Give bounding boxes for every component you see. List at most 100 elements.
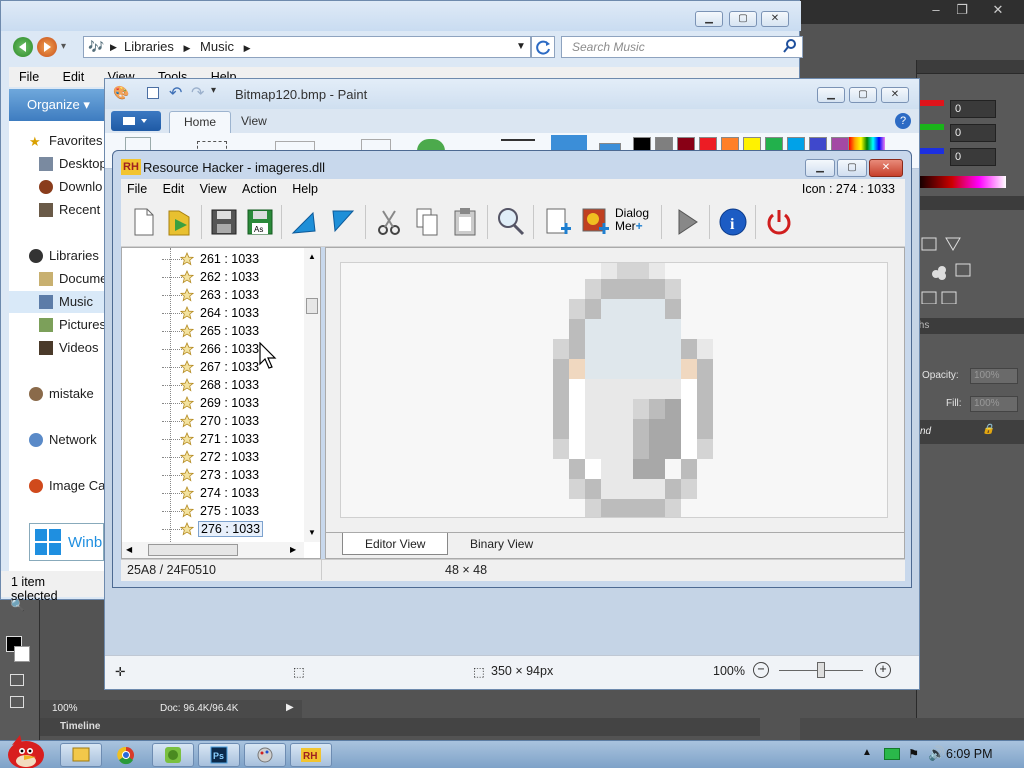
taskbar-angry-birds[interactable] <box>152 743 194 767</box>
green-value[interactable]: 0 <box>950 124 996 142</box>
save-icon[interactable] <box>147 87 159 99</box>
tree-item[interactable]: 261 : 1033 <box>122 250 304 268</box>
tab-home[interactable]: Home <box>169 111 232 133</box>
redo-icon[interactable]: ↷ <box>191 83 204 103</box>
tree-item[interactable]: 263 : 1033 <box>122 286 304 304</box>
save-icon[interactable] <box>207 205 239 239</box>
address-dropdown-icon[interactable]: ▼ <box>516 37 526 57</box>
zoom-slider-thumb[interactable] <box>817 662 825 678</box>
tree-item[interactable]: 274 : 1033 <box>122 484 304 502</box>
open-file-icon[interactable] <box>163 205 195 239</box>
quick-mask-icon[interactable] <box>10 674 24 686</box>
paint-file-menu-button[interactable] <box>111 111 161 131</box>
dialog-merger-button[interactable]: Dialog Mer+ <box>615 207 657 241</box>
reshacker-close-button[interactable]: ✕ <box>869 159 903 177</box>
tree-item[interactable]: 264 : 1033 <box>122 304 304 322</box>
play-icon[interactable]: ▶ <box>286 702 294 713</box>
back-button[interactable] <box>13 37 33 57</box>
fill-field[interactable]: 100% <box>970 396 1018 412</box>
recent-pages-dropdown-icon[interactable]: ▾ <box>61 41 66 52</box>
zoom-in-button[interactable]: + <box>875 662 891 678</box>
tree-item[interactable]: 269 : 1033 <box>122 394 304 412</box>
blue-slider[interactable] <box>920 148 944 154</box>
compile-run-icon[interactable] <box>671 205 703 239</box>
rh-menu-help[interactable]: Help <box>286 179 324 199</box>
go-forward-icon[interactable] <box>327 205 359 239</box>
rh-menu-action[interactable]: Action <box>236 179 283 199</box>
red-slider[interactable] <box>920 100 944 106</box>
tray-expand-icon[interactable]: ▲ <box>862 747 872 758</box>
screen-mode-icon[interactable] <box>10 696 24 708</box>
help-icon[interactable]: ? <box>895 113 911 129</box>
scroll-thumb[interactable] <box>306 298 318 314</box>
paint-maximize-button[interactable]: ▢ <box>849 87 877 103</box>
layer-row[interactable]: nd 🔒 <box>916 420 1024 444</box>
tray-flag-icon[interactable]: ⚑ <box>908 746 919 761</box>
refresh-button[interactable] <box>531 36 555 58</box>
start-button[interactable] <box>2 731 48 768</box>
save-as-icon[interactable]: As <box>243 205 275 239</box>
go-back-icon[interactable] <box>289 205 321 239</box>
find-icon[interactable] <box>495 205 527 239</box>
scroll-down-arrow-icon[interactable]: ▼ <box>308 528 316 537</box>
green-slider[interactable] <box>920 124 944 130</box>
taskbar-reshacker[interactable]: RH <box>290 743 332 767</box>
tree-item[interactable]: 265 : 1033 <box>122 322 304 340</box>
red-value[interactable]: 0 <box>950 100 996 118</box>
scroll-right-arrow-icon[interactable]: ▶ <box>290 545 296 554</box>
blue-value[interactable]: 0 <box>950 148 996 166</box>
tree-item[interactable]: 268 : 1033 <box>122 376 304 394</box>
paint-close-button[interactable]: ✕ <box>881 87 909 103</box>
breadcrumb-libraries[interactable]: Libraries <box>124 39 174 54</box>
tray-clock[interactable]: 6:09 PM <box>946 747 993 761</box>
opacity-field[interactable]: 100% <box>970 368 1018 384</box>
rh-menu-edit[interactable]: Edit <box>157 179 191 199</box>
tree-item[interactable]: 270 : 1033 <box>122 412 304 430</box>
tree-item[interactable]: 275 : 1033 <box>122 502 304 520</box>
power-exit-icon[interactable] <box>763 205 795 239</box>
zoom-out-button[interactable]: − <box>753 662 769 678</box>
tree-vertical-scrollbar[interactable]: ▲ ▼ <box>304 248 320 542</box>
background-color[interactable] <box>14 646 30 662</box>
scroll-up-arrow-icon[interactable]: ▲ <box>308 252 316 261</box>
tree-item[interactable]: 273 : 1033 <box>122 466 304 484</box>
address-bar[interactable]: 🎶 ▶ Libraries ▶ Music ▶ ▼ <box>83 36 531 58</box>
undo-icon[interactable]: ↶ <box>169 83 182 103</box>
organize-button[interactable]: Organize ▾ <box>9 89 109 121</box>
tab-binary-view[interactable]: Binary View <box>448 533 555 555</box>
explorer-maximize-button[interactable]: ▢ <box>729 11 757 27</box>
explorer-minimize-button[interactable]: ▁ <box>695 11 723 27</box>
info-icon[interactable]: i <box>717 205 749 239</box>
tree-item[interactable]: 276 : 1033 <box>122 520 304 538</box>
search-icon[interactable] <box>783 39 797 53</box>
adjustments-icons[interactable] <box>920 234 1020 304</box>
tree-item[interactable]: 272 : 1033 <box>122 448 304 466</box>
layers-tab[interactable]: ths <box>916 318 1024 334</box>
rh-menu-view[interactable]: View <box>194 179 233 199</box>
tray-volume-icon[interactable]: 🔊 <box>928 745 945 762</box>
paint-app-icon[interactable]: 🎨 <box>113 85 129 101</box>
hscroll-thumb[interactable] <box>148 544 238 556</box>
reshacker-maximize-button[interactable]: ▢ <box>837 159 867 177</box>
rh-menu-file[interactable]: File <box>121 179 153 199</box>
quick-access-dropdown-icon[interactable]: ▾ <box>211 85 216 96</box>
forward-button[interactable] <box>37 37 57 57</box>
tree-item[interactable]: 262 : 1033 <box>122 268 304 286</box>
timeline-panel[interactable]: Timeline <box>40 718 760 736</box>
taskbar-photoshop[interactable]: Ps <box>198 743 240 767</box>
color-ramp[interactable] <box>916 176 1006 188</box>
add-image-icon[interactable] <box>579 205 611 239</box>
ps-restore-button[interactable]: ❐ <box>948 0 976 20</box>
paste-icon[interactable] <box>449 205 481 239</box>
winbuilder-item[interactable]: Winb <box>29 523 104 561</box>
tree-item[interactable]: 271 : 1033 <box>122 430 304 448</box>
ps-zoom[interactable]: 100% <box>52 703 78 714</box>
add-resource-icon[interactable] <box>541 205 573 239</box>
tab-view[interactable]: View <box>227 111 281 133</box>
taskbar-paint[interactable] <box>244 743 286 767</box>
explorer-close-button[interactable]: ✕ <box>761 11 789 27</box>
breadcrumb-music[interactable]: Music <box>200 39 234 54</box>
new-file-icon[interactable] <box>127 205 159 239</box>
search-input[interactable]: Search Music <box>561 36 803 58</box>
tray-battery-icon[interactable] <box>884 748 900 760</box>
